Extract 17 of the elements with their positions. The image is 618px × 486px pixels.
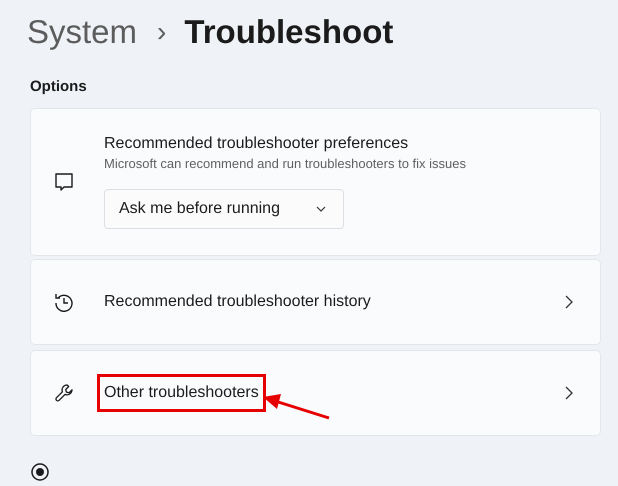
page-title: Troubleshoot bbox=[184, 13, 394, 51]
dropdown[interactable]: Ask me before running bbox=[104, 189, 344, 229]
chevron-right-icon bbox=[564, 386, 574, 400]
wrench-icon bbox=[54, 383, 74, 403]
card-title: Other troubleshooters bbox=[104, 384, 259, 401]
breadcrumb-link[interactable]: System bbox=[27, 13, 138, 51]
card-description: Microsoft can recommend and run troubleshooters to fix issues bbox=[104, 156, 466, 171]
card-title: Recommended troubleshooter preferences bbox=[104, 135, 408, 152]
section-heading: Options bbox=[30, 78, 88, 97]
settings-card[interactable]: Other troubleshooters bbox=[30, 350, 601, 436]
chat-bubble-icon bbox=[54, 172, 74, 192]
clock-history-icon bbox=[54, 292, 74, 312]
settings-card[interactable]: Recommended troubleshooter history bbox=[30, 259, 601, 345]
help-icon bbox=[30, 462, 50, 482]
card-title: Recommended troubleshooter history bbox=[104, 293, 371, 310]
chevron-right-icon bbox=[564, 295, 574, 309]
chevron-separator: › bbox=[157, 18, 166, 46]
